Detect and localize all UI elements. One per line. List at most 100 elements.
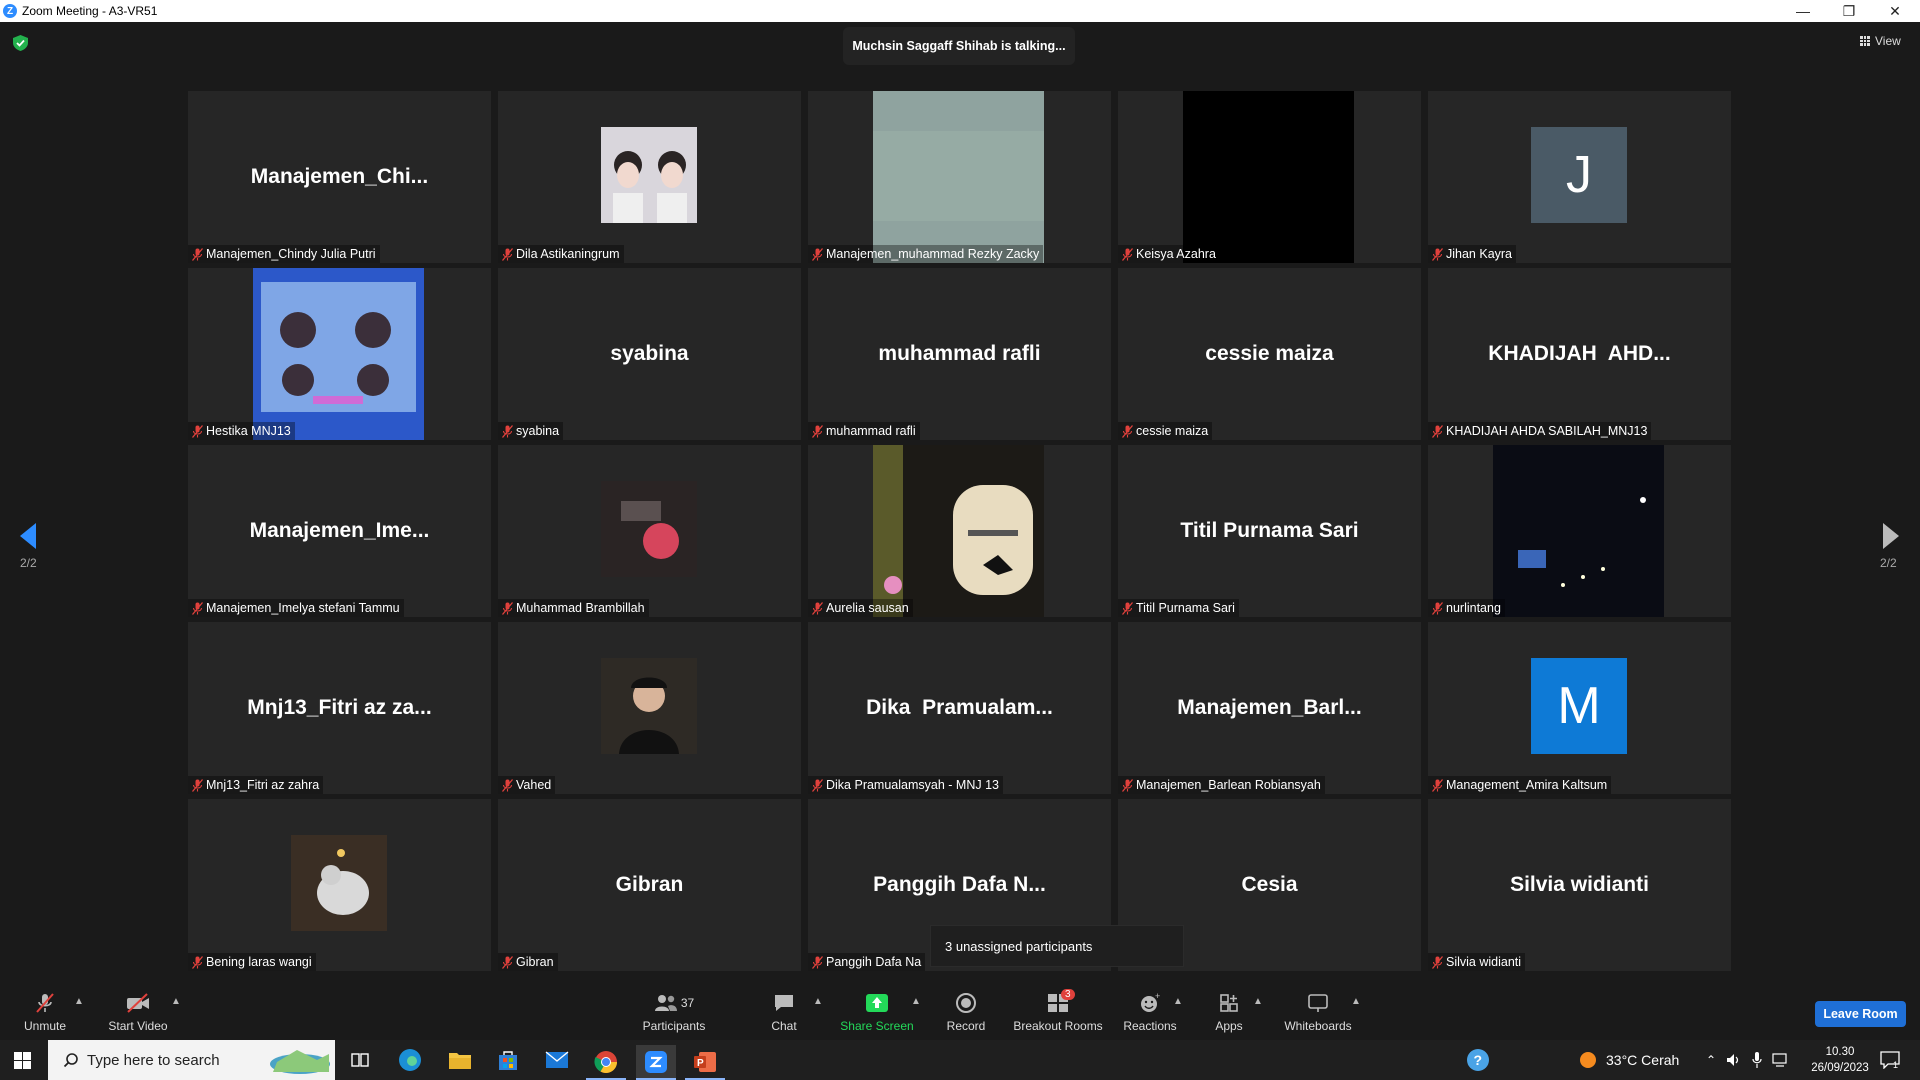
apps-options-caret-icon[interactable]: ▲	[1253, 996, 1263, 1007]
participant-tile[interactable]: Gibran Gibran	[498, 799, 801, 971]
unmute-button[interactable]: Unmute	[20, 974, 70, 1040]
whiteboard-icon	[1305, 992, 1331, 1014]
participant-tile[interactable]: Muhammad Brambillah	[498, 445, 801, 617]
reactions-icon: +	[1137, 992, 1163, 1014]
taskbar-search-box[interactable]: Type here to search	[48, 1040, 335, 1080]
participant-tile[interactable]: Dika Pramualam... Dika Pramualamsyah - MN…	[808, 622, 1111, 794]
reactions-options-caret-icon[interactable]: ▲	[1173, 996, 1183, 1007]
participant-tile[interactable]: Manajemen_Ime... Manajemen_Imelya stefani…	[188, 445, 491, 617]
participant-display-name: Panggih Dafa N...	[873, 873, 1046, 896]
participant-tile[interactable]: Silvia widianti Silvia widianti	[1428, 799, 1731, 971]
close-button[interactable]: ✕	[1872, 0, 1918, 22]
zoom-taskbar-icon[interactable]	[636, 1045, 676, 1080]
participant-display-name: Manajemen_Ime...	[249, 519, 430, 542]
record-button[interactable]: Record	[944, 974, 988, 1040]
participant-name: Silvia widianti	[1446, 955, 1522, 969]
participant-name-label: Manajemen_Chindy Julia Putri	[188, 245, 380, 263]
windows-taskbar: Type here to search P ? 33°C Cerah ⌃ 10.…	[0, 1040, 1920, 1080]
task-view-icon[interactable]	[340, 1045, 380, 1075]
participant-tile[interactable]: Mnj13_Fitri az za... Mnj13_Fitri az zahra	[188, 622, 491, 794]
chat-button[interactable]: Chat	[762, 974, 806, 1040]
unassigned-participants-popup[interactable]: 3 unassigned participants	[930, 925, 1184, 967]
chat-label: Chat	[771, 1019, 797, 1033]
unmute-label: Unmute	[23, 1019, 67, 1033]
participant-tile[interactable]: nurlintang	[1428, 445, 1731, 617]
start-video-button[interactable]: Start Video	[105, 974, 171, 1040]
mic-muted-icon	[1122, 247, 1133, 261]
previous-page-arrow-icon[interactable]	[18, 522, 38, 550]
participants-button[interactable]: 37 Participants	[638, 974, 710, 1040]
participant-name-label: Panggih Dafa Na	[808, 953, 926, 971]
participant-name-label: KHADIJAH AHDA SABILAH_MNJ13	[1428, 422, 1652, 440]
reactions-button[interactable]: + Reactions	[1122, 974, 1178, 1040]
participant-tile[interactable]: syabina syabina	[498, 268, 801, 440]
participant-display-name: Silvia widianti	[1510, 873, 1649, 896]
participant-tile[interactable]: Manajemen_Barl... Manajemen_Barlean Robia…	[1118, 622, 1421, 794]
restore-button[interactable]: ❐	[1826, 0, 1872, 22]
chat-options-caret-icon[interactable]: ▲	[813, 996, 823, 1007]
participant-display-name: Gibran	[615, 873, 684, 896]
taskbar-clock[interactable]: 10.30 26/09/2023	[1810, 1044, 1870, 1076]
participant-name: Manajemen_Barlean Robiansyah	[1136, 778, 1321, 792]
participant-name: Gibran	[516, 955, 554, 969]
mail-icon[interactable]	[537, 1045, 577, 1075]
mic-muted-icon	[192, 424, 203, 438]
edge-browser-icon[interactable]	[390, 1045, 430, 1075]
participant-display-name: KHADIJAH AHD...	[1488, 342, 1671, 365]
whiteboards-button[interactable]: Whiteboards	[1282, 974, 1354, 1040]
network-icon[interactable]	[1772, 1040, 1790, 1080]
minimize-button[interactable]: —	[1780, 0, 1826, 22]
notification-center-icon[interactable]: 1	[1880, 1040, 1900, 1080]
weather-widget[interactable]: 33°C Cerah	[1578, 1040, 1679, 1080]
participant-name: Manajemen_muhammad Rezky Zacky	[826, 247, 1040, 261]
participant-tile[interactable]: M Management_Amira Kaltsum	[1428, 622, 1731, 794]
participant-tile[interactable]: Vahed	[498, 622, 801, 794]
next-page-arrow-icon[interactable]	[1881, 522, 1901, 550]
help-icon[interactable]: ?	[1458, 1045, 1498, 1075]
breakout-rooms-button[interactable]: 3 Breakout Rooms	[1012, 974, 1104, 1040]
video-feed	[1183, 91, 1354, 263]
mic-muted-icon	[192, 601, 203, 615]
microsoft-store-icon[interactable]	[488, 1045, 528, 1075]
video-off-icon	[125, 992, 151, 1014]
security-shield-icon[interactable]	[13, 35, 28, 51]
share-screen-button[interactable]: Share Screen	[838, 974, 916, 1040]
apps-button[interactable]: Apps	[1212, 974, 1246, 1040]
profile-photo	[601, 658, 697, 754]
participant-name-label: Keisya Azahra	[1118, 245, 1220, 263]
participant-tile[interactable]: Keisya Azahra	[1118, 91, 1421, 263]
participant-name: Panggih Dafa Na	[826, 955, 922, 969]
participant-avatar: M	[1531, 658, 1627, 754]
speaker-icon[interactable]	[1726, 1040, 1742, 1080]
audio-options-caret-icon[interactable]: ▲	[74, 996, 84, 1007]
participant-tile[interactable]: cessie maiza cessie maiza	[1118, 268, 1421, 440]
powerpoint-icon[interactable]: P	[685, 1045, 725, 1080]
file-explorer-icon[interactable]	[440, 1045, 480, 1075]
participant-tile[interactable]: Aurelia sausan	[808, 445, 1111, 617]
participant-tile[interactable]: muhammad rafli muhammad rafli	[808, 268, 1111, 440]
leave-room-button[interactable]: Leave Room	[1815, 1001, 1906, 1027]
whiteboard-options-caret-icon[interactable]: ▲	[1351, 996, 1361, 1007]
participant-tile[interactable]: Hestika MNJ13	[188, 268, 491, 440]
video-feed	[253, 268, 424, 440]
participant-display-name: muhammad rafli	[878, 342, 1041, 365]
share-options-caret-icon[interactable]: ▲	[911, 996, 921, 1007]
participant-name-label: Silvia widianti	[1428, 953, 1526, 971]
mic-muted-icon	[812, 247, 823, 261]
participant-tile[interactable]: J Jihan Kayra	[1428, 91, 1731, 263]
windows-start-icon[interactable]	[14, 1052, 31, 1069]
participant-tile[interactable]: Manajemen_Chi... Manajemen_Chindy Julia P…	[188, 91, 491, 263]
view-button[interactable]: View	[1860, 34, 1901, 48]
show-hidden-icons-icon[interactable]: ⌃	[1706, 1040, 1716, 1080]
participant-tile[interactable]: Manajemen_muhammad Rezky Zacky	[808, 91, 1111, 263]
microphone-icon[interactable]	[1752, 1040, 1762, 1080]
chrome-browser-icon[interactable]	[586, 1045, 626, 1080]
participant-tile[interactable]: Bening laras wangi	[188, 799, 491, 971]
participant-name: nurlintang	[1446, 601, 1501, 615]
participant-tile[interactable]: KHADIJAH AHD... KHADIJAH AHDA SABILAH_MNJ…	[1428, 268, 1731, 440]
video-options-caret-icon[interactable]: ▲	[171, 996, 181, 1007]
search-highlight-icon	[270, 1050, 330, 1074]
mic-muted-icon	[192, 778, 203, 792]
participant-tile[interactable]: Titil Purnama Sari Titil Purnama Sari	[1118, 445, 1421, 617]
participant-tile[interactable]: Dila Astikaningrum	[498, 91, 801, 263]
